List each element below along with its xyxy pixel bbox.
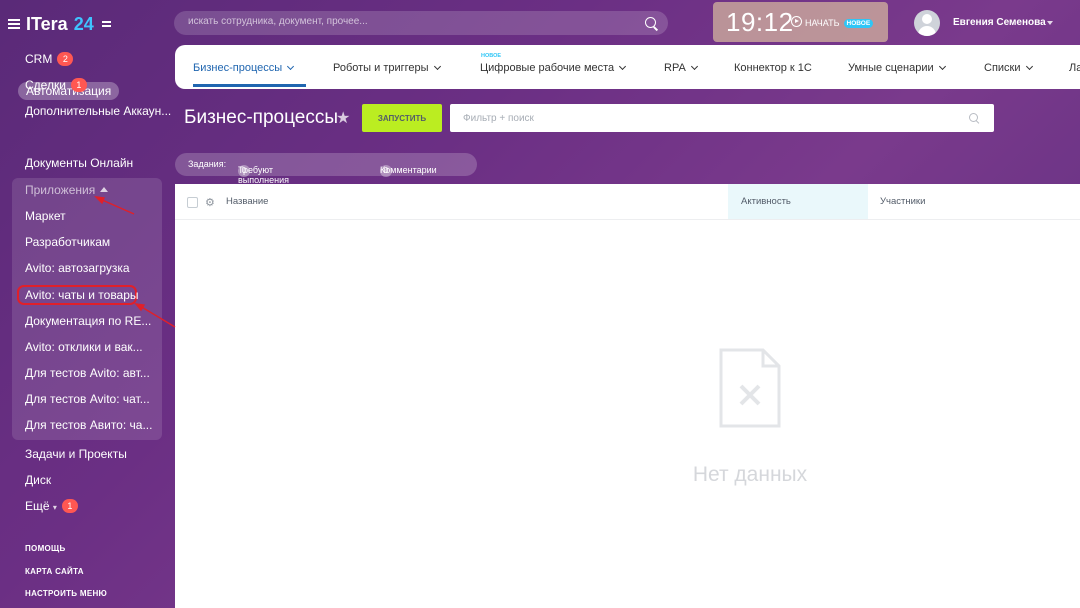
tab-business-processes[interactable]: Бизнес-процессы: [193, 62, 295, 74]
chevron-up-icon: [100, 187, 109, 192]
empty-document-icon: [719, 348, 781, 428]
process-grid: ⚙ Название Активность Участники Нет данн…: [175, 184, 1080, 608]
star-icon[interactable]: ★: [336, 108, 350, 128]
active-tab-underline: [193, 84, 306, 87]
search-icon[interactable]: [645, 17, 656, 28]
avatar[interactable]: [914, 10, 940, 36]
tasks-label: Задания:: [188, 159, 227, 169]
tab-rpa[interactable]: RPA: [664, 62, 698, 74]
grid-header: ⚙ Название Активность Участники: [175, 184, 1080, 220]
column-header-participants[interactable]: Участники: [880, 196, 925, 207]
sitemap-link[interactable]: КАРТА САЙТА: [25, 567, 84, 576]
sidebar-app-item[interactable]: Документация по RE...: [25, 312, 151, 330]
tab-lists[interactable]: Списки: [984, 62, 1033, 74]
user-name[interactable]: Евгения Семенова: [953, 17, 1046, 28]
sidebar-item-label: Приложения: [25, 183, 96, 197]
column-header-name[interactable]: Название: [226, 196, 268, 207]
tab-label: Роботы и триггеры: [333, 62, 429, 74]
chevron-down-icon: [619, 62, 627, 71]
sidebar-app-item[interactable]: Avito: чаты и товары: [25, 286, 139, 304]
tab-smart-scenarios[interactable]: Умные сценарии: [848, 62, 946, 74]
chevron-down-icon: [287, 62, 295, 71]
sidebar-item-disk[interactable]: Диск: [25, 471, 51, 489]
tasks-counter-bar: Задания: 0 Требуют выполнения 0 Коммента…: [175, 153, 477, 185]
sidebar-app-item[interactable]: Для тестов Авито: ча...: [25, 416, 152, 434]
gear-icon[interactable]: ⚙: [205, 196, 215, 209]
sidebar-item-label: CRM: [25, 52, 53, 66]
start-label: НАЧАТЬ: [805, 18, 840, 28]
global-search[interactable]: искать сотрудника, документ, прочее...: [174, 11, 668, 35]
filter-input[interactable]: Фильтр + поиск: [463, 113, 534, 124]
configure-menu-link[interactable]: НАСТРОИТЬ МЕНЮ: [25, 589, 107, 598]
tab-label: Бизнес-процессы: [193, 62, 283, 74]
sidebar-app-item[interactable]: Для тестов Avito: чат...: [25, 390, 150, 408]
clock: 19:12: [726, 7, 794, 37]
select-all-checkbox[interactable]: [187, 197, 198, 208]
sidebar-app-item[interactable]: Для тестов Avito: авт...: [25, 364, 150, 382]
sidebar-item-label: Ещё: [25, 499, 50, 513]
tab-label: Цифровые рабочие места: [480, 62, 615, 74]
play-icon: [791, 16, 802, 27]
empty-state-text: Нет данных: [692, 463, 808, 486]
tab-digital-workplaces[interactable]: Цифровые рабочие места: [480, 62, 627, 74]
tab-label: Списки: [984, 62, 1021, 74]
logo-text: ITera: [26, 13, 68, 34]
logo-number: 24: [73, 13, 94, 34]
search-icon[interactable]: [969, 113, 978, 122]
sidebar-apps-header[interactable]: Приложения: [25, 183, 109, 197]
counter-badge: 2: [57, 52, 74, 66]
sidebar-item-label: Сделки: [25, 78, 66, 92]
sidebar-app-item[interactable]: Avito: автозагрузка: [25, 259, 130, 277]
chevron-down-icon[interactable]: [1047, 21, 1053, 25]
menu-icon[interactable]: [8, 19, 20, 29]
chevron-down-icon: [433, 62, 441, 71]
sidebar-item-crm[interactable]: CRM 2: [25, 50, 74, 68]
automation-tabs: НОВОЕ Бизнес-процессы Роботы и триггеры …: [175, 45, 1080, 89]
chevron-down-icon: [938, 62, 946, 71]
help-link[interactable]: ПОМОЩЬ: [25, 544, 66, 553]
tab-label: RPA: [664, 62, 686, 74]
chevron-down-icon: ▾: [52, 503, 57, 512]
left-sidebar: ITera 24 Автоматизация CRM 2 Сделки 1 Допо…: [0, 0, 175, 608]
start-day-button[interactable]: НАЧАТЬ НОВОЕ: [791, 16, 874, 28]
tab-1c-connector[interactable]: Коннектор к 1С: [734, 62, 812, 74]
sidebar-item-extra-accounts[interactable]: Дополнительные Аккаун...: [25, 102, 171, 120]
column-header-activity[interactable]: Активность: [741, 196, 791, 207]
tasks-required-label: Требуют выполнения: [238, 165, 290, 185]
sidebar-item-tasks[interactable]: Задачи и Проекты: [25, 445, 127, 463]
run-button[interactable]: ЗАПУСТИТЬ: [362, 104, 442, 132]
page-title: Бизнес-процессы: [184, 107, 338, 128]
filter-search[interactable]: Фильтр + поиск: [450, 104, 994, 132]
sidebar-item-more[interactable]: Ещё ▾ 1: [25, 497, 78, 515]
chevron-down-icon: [1025, 62, 1033, 71]
comments-label: Комментарии: [380, 165, 437, 175]
logo[interactable]: ITera 24: [8, 12, 111, 36]
tab-new-badge: НОВОЕ: [481, 53, 502, 59]
tab-overflow[interactable]: Ла: [1069, 62, 1080, 74]
counter-badge: 1: [61, 499, 78, 513]
chevron-down-icon: [690, 62, 698, 71]
sidebar-app-item[interactable]: Маркет: [25, 207, 66, 225]
switch-icon[interactable]: [101, 20, 111, 28]
sidebar-item-documents-online[interactable]: Документы Онлайн: [25, 154, 133, 172]
tab-robots-triggers[interactable]: Роботы и триггеры: [333, 62, 441, 74]
search-input[interactable]: искать сотрудника, документ, прочее...: [188, 16, 368, 27]
sidebar-app-item[interactable]: Avito: отклики и вак...: [25, 338, 143, 356]
tab-label: Умные сценарии: [848, 62, 934, 74]
counter-badge: 1: [70, 78, 87, 92]
sidebar-item-deals[interactable]: Сделки 1: [25, 76, 87, 94]
work-day-widget[interactable]: 19:12 НАЧАТЬ НОВОЕ: [713, 2, 888, 42]
sidebar-app-item[interactable]: Разработчикам: [25, 233, 110, 251]
new-badge: НОВОЕ: [843, 19, 874, 28]
